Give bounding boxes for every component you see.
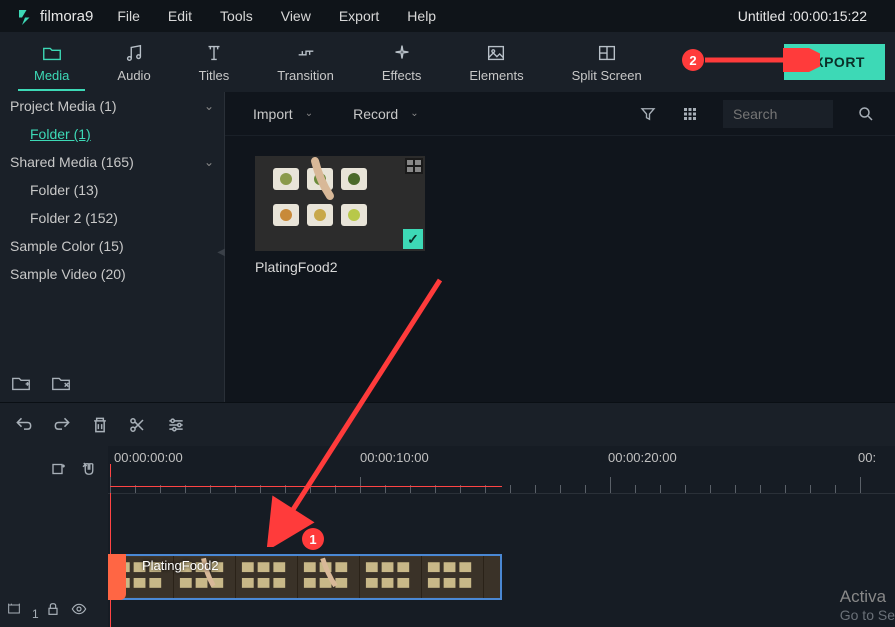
ruler-label: 00: [858, 450, 876, 465]
tab-titles[interactable]: Titles [175, 36, 254, 89]
grid-view-icon[interactable] [681, 105, 699, 123]
media-grid: ✓ PlatingFood2 [225, 136, 895, 402]
tab-audio[interactable]: Audio [93, 36, 174, 89]
timeline-toolbar [0, 402, 895, 446]
ruler-label: 00:00:20:00 [608, 450, 677, 465]
media-item[interactable]: ✓ PlatingFood2 [255, 156, 425, 283]
filmstrip-icon [405, 158, 423, 174]
tab-effects[interactable]: Effects [358, 36, 446, 89]
timeline: 1 00:00:00:00 00:00:10:00 00:00:20:00 00… [0, 446, 895, 627]
marker-add-icon[interactable] [50, 460, 70, 480]
menu-export[interactable]: Export [327, 4, 391, 28]
track-number: 1 [32, 607, 39, 621]
magnet-icon[interactable] [80, 460, 100, 480]
main-toolbar: Media Audio Titles Transition Effects El… [0, 32, 895, 92]
track-type-icon[interactable] [6, 601, 26, 621]
tab-transition[interactable]: Transition [253, 36, 358, 89]
lock-icon[interactable] [45, 601, 65, 621]
menu-tools[interactable]: Tools [208, 4, 265, 28]
tree-sample-color[interactable]: Sample Color (15) [0, 232, 224, 260]
check-icon: ✓ [403, 229, 423, 249]
media-content: Import ⌄ Record ⌄ [225, 92, 895, 402]
search-input[interactable] [723, 100, 833, 128]
split-icon[interactable] [128, 415, 148, 435]
tree-folder-1[interactable]: Folder (1) [0, 120, 224, 148]
split-screen-icon [596, 42, 618, 64]
tree-sample-video[interactable]: Sample Video (20) [0, 260, 224, 288]
ruler-label: 00:00:10:00 [360, 450, 429, 465]
media-item-label: PlatingFood2 [255, 251, 425, 283]
tree-folder-13[interactable]: Folder (13) [0, 176, 224, 204]
annotation-badge-1: 1 [302, 528, 324, 550]
record-dropdown[interactable]: Record ⌄ [345, 102, 427, 126]
add-folder-icon[interactable] [10, 372, 32, 394]
sparkle-icon [391, 42, 413, 64]
playhead-range [110, 486, 502, 487]
chevron-down-icon: ⌄ [204, 99, 214, 113]
folder-icon [41, 42, 63, 64]
filter-icon[interactable] [639, 105, 657, 123]
timeline-clip[interactable]: PlatingFood2 [110, 554, 502, 600]
media-thumbnail[interactable]: ✓ [255, 156, 425, 251]
chevron-down-icon: ⌄ [204, 155, 214, 169]
menu-view[interactable]: View [269, 4, 323, 28]
tree-shared-media[interactable]: Shared Media (165) ⌄ [0, 148, 224, 176]
tab-elements[interactable]: Elements [445, 36, 547, 89]
windows-activation-watermark: Activa Go to Se [840, 587, 895, 623]
project-title: Untitled :00:00:15:22 [718, 8, 887, 24]
annotation-badge-2: 2 [682, 49, 704, 71]
clip-label: PlatingFood2 [142, 558, 219, 573]
image-icon [485, 42, 507, 64]
import-dropdown[interactable]: Import ⌄ [245, 102, 321, 126]
filmora-logo-icon [16, 7, 34, 25]
adjust-icon[interactable] [166, 415, 186, 435]
menu-file[interactable]: File [105, 4, 152, 28]
eye-icon[interactable] [71, 601, 91, 621]
timeline-left-panel: 1 [0, 446, 108, 627]
titlebar: filmora9 File Edit Tools View Export Hel… [0, 0, 895, 32]
tree-project-media[interactable]: Project Media (1) ⌄ [0, 92, 224, 120]
export-button[interactable]: EXPORT [784, 44, 885, 80]
tree-folder-2-152[interactable]: Folder 2 (152) [0, 204, 224, 232]
search-icon[interactable] [857, 105, 875, 123]
content-toolbar: Import ⌄ Record ⌄ [225, 92, 895, 136]
tab-split-screen[interactable]: Split Screen [548, 36, 666, 89]
delete-icon[interactable] [90, 415, 110, 435]
remove-folder-icon[interactable] [50, 372, 72, 394]
text-icon [203, 42, 225, 64]
timeline-tracks[interactable]: 00:00:00:00 00:00:10:00 00:00:20:00 00: … [108, 446, 895, 627]
app-name: filmora9 [40, 8, 93, 25]
chevron-down-icon: ⌄ [305, 108, 313, 119]
media-sidebar: Project Media (1) ⌄ Folder (1) Shared Me… [0, 92, 225, 402]
transition-icon [295, 42, 317, 64]
clip-start-marker[interactable] [108, 554, 126, 600]
chevron-down-icon: ⌄ [410, 108, 418, 119]
app-logo: filmora9 [8, 7, 101, 25]
sidebar-collapse-handle[interactable]: ◀ [217, 247, 225, 258]
menu-help[interactable]: Help [395, 4, 448, 28]
timeline-ruler[interactable]: 00:00:00:00 00:00:10:00 00:00:20:00 00: [108, 446, 895, 494]
undo-icon[interactable] [14, 415, 34, 435]
menu-edit[interactable]: Edit [156, 4, 204, 28]
music-note-icon [123, 42, 145, 64]
redo-icon[interactable] [52, 415, 72, 435]
ruler-label: 00:00:00:00 [114, 450, 183, 465]
tab-media[interactable]: Media [10, 36, 93, 89]
